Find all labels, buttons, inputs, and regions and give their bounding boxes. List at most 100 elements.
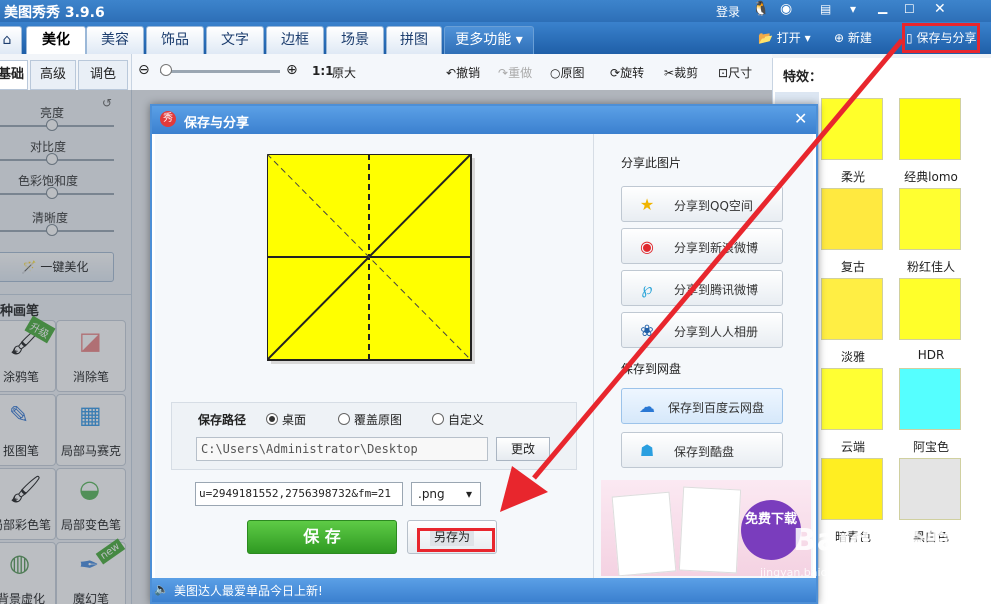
close-dialog-icon[interactable]: ✕ <box>794 109 807 128</box>
effect-tile[interactable] <box>899 368 961 430</box>
zoom-ratio[interactable]: 1:1 <box>312 64 334 78</box>
highlight-box-save-share <box>902 23 980 53</box>
zoom-slider-knob[interactable] <box>160 64 172 76</box>
weibo-icon[interactable]: ◉ <box>780 1 792 17</box>
effect-label: 阿宝色 <box>912 440 949 454</box>
dialog-body: 保存路径 桌面 覆盖原图 自定义 C:\Users\Administrator\… <box>155 134 813 578</box>
zoom-in-icon[interactable]: ⊕ <box>286 62 298 78</box>
effect-label: 经典lomo <box>904 170 958 184</box>
tab-accessories[interactable]: 饰品 <box>146 26 204 54</box>
dialog-footer: 🔈 美图达人最爱单品今日上新! <box>152 578 816 602</box>
rotate-label: 旋转 <box>620 66 645 80</box>
effect-tile[interactable] <box>821 458 883 520</box>
subtab-color[interactable]: 调色 <box>78 60 128 90</box>
dialog-header: 秀 保存与分享 ✕ <box>152 106 816 134</box>
effect-tile[interactable] <box>899 278 961 340</box>
change-path-button[interactable]: 更改 <box>496 437 550 461</box>
ad-free-download-badge[interactable]: 免费下载 <box>741 500 801 560</box>
save-button[interactable]: 保 存 <box>247 520 397 554</box>
qq-icon[interactable]: 🐧 <box>752 1 769 17</box>
radio-desktop-label[interactable]: 桌面 <box>282 411 306 428</box>
save-path-field[interactable]: C:\Users\Administrator\Desktop <box>196 437 488 461</box>
share-tencent-weibo-button[interactable]: ℘ 分享到腾讯微博 <box>621 270 783 306</box>
resize-button[interactable]: ⊡尺寸 <box>718 64 752 81</box>
format-select[interactable]: .png ▾ <box>411 482 481 506</box>
rotate-icon: ⟳ <box>610 66 621 80</box>
radio-desktop[interactable] <box>266 413 278 425</box>
tab-more-features[interactable]: 更多功能 ▾ <box>444 26 534 54</box>
baidu-watermark-url: jingyan.baidu.com <box>760 566 862 579</box>
minimize-icon[interactable]: ▁ <box>878 0 887 14</box>
save-kupan-button[interactable]: ☗ 保存到酷盘 <box>621 432 783 468</box>
radio-overwrite[interactable] <box>338 413 350 425</box>
ad-banner[interactable]: 免费下载 <box>601 480 811 576</box>
share-qzone-button[interactable]: ★ 分享到QQ空间 <box>621 186 783 222</box>
share-section-title: 分享此图片 <box>621 156 682 170</box>
tab-border[interactable]: 边框 <box>266 26 324 54</box>
scissors-icon: ✂ <box>664 66 675 80</box>
effect-tile[interactable] <box>899 98 961 160</box>
menu-icon[interactable]: ▾ <box>850 2 856 16</box>
cloud-section-title: 保存到网盘 <box>621 362 682 376</box>
effect-label: 复古 <box>840 260 865 274</box>
subtab-basic[interactable]: 基础 <box>0 60 28 90</box>
undo-button[interactable]: ↶撤销 <box>446 64 480 81</box>
zoom-out-icon[interactable]: ⊖ <box>138 62 150 78</box>
home-tab[interactable]: ⌂ <box>0 26 22 54</box>
open-button[interactable]: 📂 打开 ▾ <box>758 29 811 46</box>
original-button[interactable]: ○原图 <box>550 64 585 81</box>
kupan-icon: ☗ <box>639 441 655 460</box>
plus-icon: ⊕ <box>834 31 845 45</box>
crop-label: 裁剪 <box>674 66 699 80</box>
redo-button[interactable]: ↷重做 <box>498 64 532 81</box>
original-size-label[interactable]: 原大 <box>332 64 356 81</box>
original-label: 原图 <box>560 66 585 80</box>
login-link[interactable]: 登录 <box>716 3 740 20</box>
tab-scene[interactable]: 场景 <box>326 26 384 54</box>
weibo-icon: ◉ <box>640 237 654 256</box>
crop-button[interactable]: ✂裁剪 <box>664 64 698 81</box>
effect-tile[interactable] <box>821 98 883 160</box>
radio-custom-label[interactable]: 自定义 <box>448 411 484 428</box>
effect-tile[interactable] <box>899 188 961 250</box>
maximize-icon[interactable]: ☐ <box>904 2 915 16</box>
zoom-slider-track[interactable] <box>160 70 280 73</box>
new-button[interactable]: ⊕ 新建 <box>834 29 872 46</box>
chevron-down-icon: ▾ <box>515 32 523 48</box>
effect-label: 柔光 <box>840 170 865 184</box>
speaker-icon: 🔈 <box>154 582 169 596</box>
close-window-icon[interactable]: ✕ <box>934 1 946 17</box>
subtab-advanced[interactable]: 高级 <box>30 60 76 90</box>
effect-label: 淡雅 <box>840 350 865 364</box>
tab-text[interactable]: 文字 <box>206 26 264 54</box>
share-sina-label: 分享到新浪微博 <box>674 241 759 255</box>
window-titlebar: 美图秀秀 3.9.6 登录 🐧 ◉ ▤ ▾ ▁ ☐ ✕ <box>0 0 991 22</box>
share-tencent-label: 分享到腾讯微博 <box>674 283 759 297</box>
share-renren-button[interactable]: ❀ 分享到人人相册 <box>621 312 783 348</box>
panel-divider <box>593 134 594 578</box>
tab-beautify[interactable]: 美化 <box>26 26 86 54</box>
skin-icon[interactable]: ▤ <box>820 2 831 16</box>
effect-label: 云端 <box>840 440 865 454</box>
baidu-watermark: Baidu经验 <box>793 523 957 558</box>
effect-tile[interactable] <box>821 188 883 250</box>
main-tabbar: ⌂ 美化 美容 饰品 文字 边框 场景 拼图 更多功能 ▾ 📂 打开 ▾ ⊕ 新… <box>0 22 991 54</box>
renren-icon: ❀ <box>640 321 654 340</box>
tab-beauty[interactable]: 美容 <box>86 26 144 54</box>
share-sina-weibo-button[interactable]: ◉ 分享到新浪微博 <box>621 228 783 264</box>
filename-input[interactable]: u=2949181552,2756398732&fm=21 <box>195 482 403 506</box>
tab-more-label: 更多功能 <box>455 32 512 48</box>
baidu-cloud-icon: ☁ <box>639 397 655 416</box>
effect-tile[interactable] <box>899 458 961 520</box>
footer-promo-text[interactable]: 美图达人最爱单品今日上新! <box>174 582 323 599</box>
radio-custom[interactable] <box>432 413 444 425</box>
effect-tile[interactable] <box>821 278 883 340</box>
save-kupan-label: 保存到酷盘 <box>674 445 735 459</box>
tab-collage[interactable]: 拼图 <box>386 26 442 54</box>
effect-tile[interactable] <box>821 368 883 430</box>
save-share-dialog: 秀 保存与分享 ✕ 保存路径 桌面 覆盖原图 自定义 C:\Users\Admi… <box>150 104 818 604</box>
format-value: .png <box>418 487 445 501</box>
rotate-button[interactable]: ⟳旋转 <box>610 64 644 81</box>
save-baidu-cloud-button[interactable]: ☁ 保存到百度云网盘 <box>621 388 783 424</box>
radio-overwrite-label[interactable]: 覆盖原图 <box>354 411 402 428</box>
